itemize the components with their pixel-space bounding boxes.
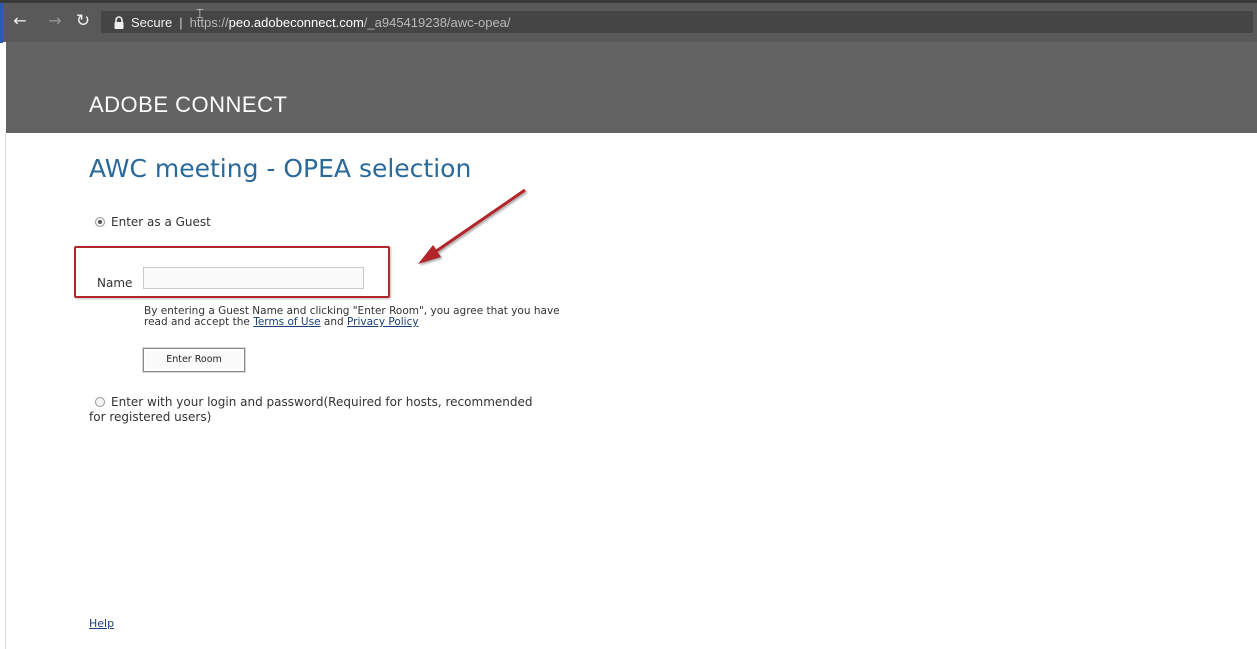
lock-icon: [113, 15, 125, 29]
left-border: [5, 133, 6, 649]
consent-line2-prefix: read and accept the: [144, 316, 250, 328]
url-host: peo.adobeconnect.com: [228, 14, 364, 30]
url-text[interactable]: https://peo.adobeconnect.com/_a945419238…: [190, 15, 511, 30]
consent-and: and: [323, 316, 344, 328]
page-title: AWC meeting - OPEA selection: [89, 154, 472, 183]
enter-room-button[interactable]: Enter Room: [143, 348, 245, 372]
secure-label: Secure: [131, 14, 173, 30]
guest-radio[interactable]: [95, 217, 105, 227]
url-path: /_a945419238/awc-opea/: [363, 14, 511, 30]
window-edge: [0, 3, 3, 43]
forward-arrow-icon[interactable]: →: [45, 11, 65, 31]
name-label: Name: [97, 276, 133, 290]
back-arrow-icon[interactable]: ←: [10, 11, 30, 31]
login-option-line1: Enter with your login and password(Requi…: [111, 395, 533, 409]
guest-name-input[interactable]: [143, 267, 364, 289]
adobe-connect-header: ADOBE CONNECT: [6, 42, 1257, 133]
brand-title: ADOBE CONNECT: [89, 92, 288, 117]
login-option-line2: for registered users): [89, 410, 212, 424]
login-radio-label[interactable]: Enter with your login and password(Requi…: [89, 395, 532, 425]
help-link[interactable]: Help: [89, 617, 114, 630]
address-bar[interactable]: Secure | https://peo.adobeconnect.com/_a…: [101, 11, 1253, 33]
reload-icon[interactable]: ↻: [73, 11, 93, 31]
guest-radio-label[interactable]: Enter as a Guest: [111, 215, 211, 229]
terms-of-use-link[interactable]: Terms of Use: [253, 316, 320, 328]
privacy-policy-link[interactable]: Privacy Policy: [347, 316, 419, 328]
address-separator: |: [179, 14, 183, 30]
browser-toolbar: ← → ↻ Secure | https://peo.adobeconnect.…: [0, 0, 1257, 43]
consent-text: By entering a Guest Name and clicking "E…: [144, 306, 560, 328]
text-cursor-icon: ⌶: [196, 7, 204, 22]
